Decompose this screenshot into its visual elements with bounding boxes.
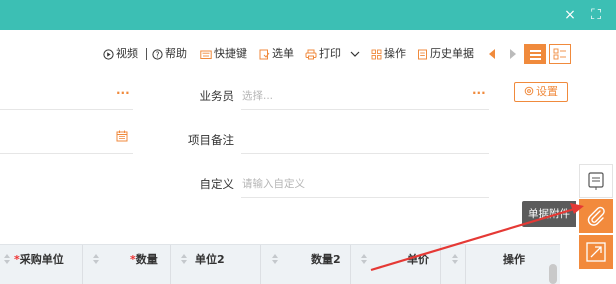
keyboard-icon	[200, 50, 212, 59]
column-purchase-unit[interactable]: *采购单位	[14, 245, 64, 284]
salesman-label: 业务员	[199, 89, 235, 103]
select-icon	[259, 49, 270, 59]
more-dots-icon[interactable]: ···	[116, 86, 130, 100]
close-icon[interactable]: ×	[559, 0, 581, 30]
chevron-down-icon	[350, 51, 360, 57]
print-button[interactable]: 打印	[305, 44, 341, 64]
column-unit-price[interactable]: 单价	[407, 245, 429, 284]
paperclip-icon	[587, 206, 605, 226]
attachment-button[interactable]	[579, 199, 613, 233]
grid-icon	[371, 49, 382, 59]
left-field-row-2[interactable]	[0, 124, 133, 154]
print-dropdown-icon[interactable]	[350, 44, 360, 64]
table-scrollbar[interactable]	[549, 264, 557, 284]
help-label: 帮助	[165, 47, 187, 60]
play-icon	[103, 48, 114, 60]
window-title-bar: × ⛶	[0, 0, 616, 30]
svg-text:?: ?	[156, 50, 160, 59]
custom-placeholder: 请输入自定义	[242, 178, 305, 190]
attachment-tooltip: 单据附件	[522, 201, 576, 227]
expand-button[interactable]	[579, 235, 613, 269]
remark-label: 项目备注	[188, 133, 234, 147]
video-label: 视频	[116, 47, 138, 60]
custom-label: 自定义	[199, 177, 235, 191]
next-arrow-icon[interactable]	[510, 49, 516, 59]
sort-icon[interactable]	[4, 254, 10, 266]
printer-icon	[305, 49, 317, 59]
column-quantity[interactable]: *数量	[130, 245, 158, 284]
shortcut-button[interactable]: 快捷键	[200, 44, 247, 64]
prev-arrow-icon[interactable]	[489, 49, 495, 59]
operate-button[interactable]: 操作	[371, 44, 406, 64]
card-view-icon	[553, 48, 566, 60]
help-button[interactable]: ? 帮助	[152, 44, 187, 64]
sort-icon[interactable]	[272, 254, 278, 266]
sort-icon[interactable]	[93, 254, 99, 266]
sort-icon[interactable]	[181, 254, 187, 266]
select-label: 选单	[272, 47, 294, 60]
history-button[interactable]: 历史单据	[417, 44, 474, 64]
question-icon: ?	[152, 48, 163, 60]
card-view-button[interactable]	[549, 44, 571, 64]
settings-button[interactable]: 设置	[514, 82, 568, 102]
salesman-more-icon[interactable]: ···	[472, 86, 486, 100]
sort-icon[interactable]	[361, 254, 367, 266]
column-unit2[interactable]: 单位2	[195, 245, 225, 284]
fullscreen-icon[interactable]: ⛶	[585, 0, 607, 30]
sort-icon[interactable]	[452, 254, 458, 266]
table-header: *采购单位 *数量 单位2 数量2 单价 操作	[0, 244, 560, 284]
salesman-placeholder: 选择...	[242, 90, 274, 102]
shortcut-label: 快捷键	[214, 47, 247, 60]
custom-field[interactable]: 请输入自定义	[241, 168, 489, 198]
remark-field[interactable]	[241, 124, 489, 154]
template-button[interactable]	[579, 164, 613, 198]
settings-label: 设置	[536, 85, 558, 98]
expand-icon	[586, 242, 606, 262]
column-operation: 操作	[503, 253, 525, 266]
calendar-icon[interactable]	[116, 130, 128, 142]
history-label: 历史单据	[430, 47, 474, 60]
print-label: 打印	[319, 47, 341, 60]
list-view-button[interactable]	[524, 44, 546, 64]
select-button[interactable]: 选单	[259, 44, 294, 64]
operate-label: 操作	[384, 47, 406, 60]
left-field-row-1[interactable]: ···	[0, 80, 133, 110]
note-icon	[588, 172, 604, 190]
divider	[146, 48, 147, 60]
column-quantity2[interactable]: 数量2	[311, 245, 341, 284]
video-button[interactable]: 视频	[103, 44, 138, 64]
document-icon	[418, 49, 427, 59]
gear-icon	[524, 86, 534, 96]
salesman-field[interactable]: 选择... ···	[241, 80, 489, 110]
